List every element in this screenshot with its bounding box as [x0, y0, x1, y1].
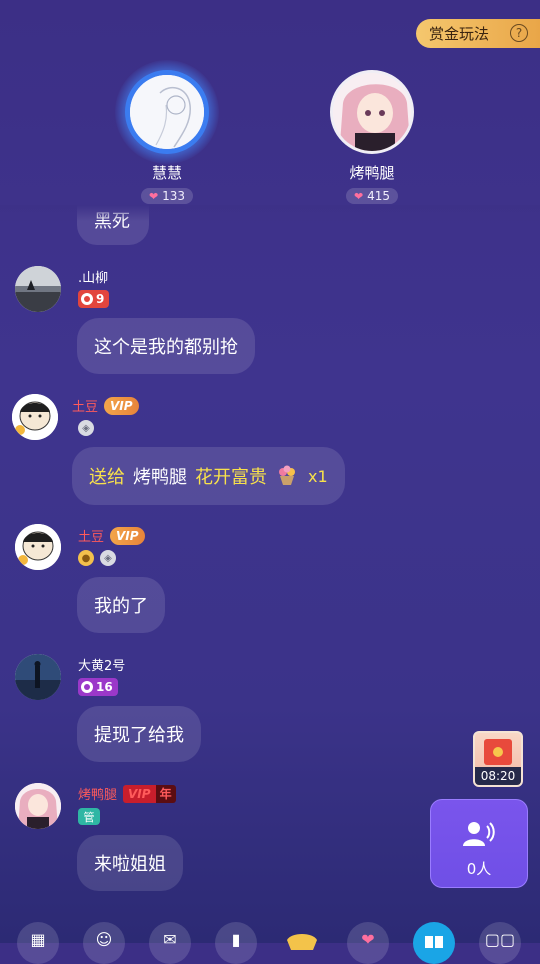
seat-username: 慧慧 — [151, 164, 182, 182]
gift-recipient[interactable]: 烤鸭腿 — [133, 463, 187, 489]
level-icon — [81, 681, 93, 693]
user-avatar[interactable] — [15, 654, 61, 700]
vip-badge: VIP — [110, 526, 145, 545]
chat-fade — [0, 205, 540, 221]
seat-username: 烤鸭腿 — [349, 164, 395, 182]
gift-count: x1 — [308, 466, 328, 486]
user-avatar[interactable] — [15, 266, 61, 312]
coin-icon: ● — [78, 550, 94, 566]
badge-row: 16 — [78, 678, 118, 696]
chat-bubble: 我的了 — [77, 577, 165, 633]
likes-count: 415 — [367, 189, 391, 203]
username-text: 烤鸭腿 — [78, 788, 118, 803]
vip-year-label: 年 — [155, 784, 176, 803]
level-number: 9 — [96, 292, 105, 306]
mic-icon[interactable]: ▮ — [215, 922, 257, 964]
annual-vip-badge: VIP 年 — [123, 784, 176, 803]
username[interactable]: 土豆 VIP — [78, 526, 145, 545]
seat-likes: ❤ 133 — [140, 188, 194, 204]
more-grid-icon[interactable]: ▢▢ — [479, 922, 521, 964]
help-icon[interactable]: ? — [510, 24, 528, 42]
badge-row: 9 — [78, 290, 110, 308]
user-avatar[interactable] — [15, 524, 61, 570]
level-icon — [81, 293, 93, 305]
gift-icon[interactable] — [413, 922, 455, 964]
user-avatar[interactable] — [12, 394, 58, 440]
mic-seat-2[interactable]: 烤鸭腿 ❤ 415 — [312, 70, 432, 204]
chat-text: 这个是我的都别抢 — [94, 337, 238, 358]
chat-text: 来啦姐姐 — [94, 854, 166, 875]
gift-name: 花开富贵 — [195, 467, 267, 488]
chat-text: 提现了给我 — [94, 725, 184, 746]
red-envelope-icon — [484, 739, 512, 765]
chat-bubble: 这个是我的都别抢 — [77, 318, 255, 374]
level-badge: 16 — [78, 678, 118, 696]
admin-badge: 管 — [78, 808, 100, 825]
username[interactable]: 烤鸭腿 VIP 年 — [78, 784, 176, 803]
avatar — [330, 70, 414, 154]
user-speaking-icon — [431, 820, 527, 852]
heart-icon: ❤ — [148, 189, 159, 203]
chat-text: 我的了 — [94, 596, 148, 617]
mic-seat-1[interactable]: 慧慧 ❤ 133 — [107, 60, 227, 204]
gold-ingot-icon[interactable] — [281, 922, 323, 964]
heart-gift-icon[interactable]: ❤ — [347, 922, 389, 964]
red-packet-timer: 08:20 — [475, 767, 521, 785]
badge-row: 管 — [78, 808, 100, 825]
diamond-icon: ◈ — [100, 550, 116, 566]
flower-basket-icon — [276, 465, 298, 487]
queue-count: 0人 — [466, 860, 492, 878]
message-icon[interactable]: ✉ — [149, 922, 191, 964]
mic-queue-button[interactable]: 0人 — [430, 799, 528, 888]
vip-label: VIP — [123, 784, 156, 803]
username-text: 土豆 — [72, 400, 99, 415]
level-number: 16 — [96, 680, 113, 694]
avatar — [125, 70, 209, 154]
badge-row: ◈ — [78, 420, 94, 436]
badge-row: ● ◈ — [78, 550, 116, 566]
bounty-mode-button[interactable]: 赏金玩法 ? — [416, 19, 540, 48]
heart-icon: ❤ — [353, 189, 364, 203]
likes-count: 133 — [162, 189, 186, 203]
username[interactable]: .山柳 — [78, 267, 108, 286]
shop-icon[interactable]: ▦ — [17, 922, 59, 964]
chat-bubble: 提现了给我 — [77, 706, 201, 762]
emoji-icon[interactable]: ☺ — [83, 922, 125, 964]
diamond-icon: ◈ — [78, 420, 94, 436]
level-badge: 9 — [78, 290, 110, 308]
username[interactable]: 土豆 VIP — [72, 396, 139, 415]
gift-send-label: 送给 — [89, 467, 125, 488]
chat-bubble: 来啦姐姐 — [77, 835, 183, 891]
vip-badge: VIP — [104, 396, 139, 415]
user-avatar[interactable] — [15, 783, 61, 829]
red-packet-button[interactable]: 08:20 — [473, 731, 523, 787]
seat-likes: ❤ 415 — [345, 188, 399, 204]
gift-bubble: 送给 烤鸭腿 花开富贵 x1 — [72, 447, 345, 505]
bottom-toolbar: ▦ ☺ ✉ ▮ ❤ ▢▢ — [0, 918, 540, 964]
username-text: 土豆 — [78, 530, 105, 545]
username[interactable]: 大黄2号 — [78, 655, 125, 674]
bounty-mode-label: 赏金玩法 — [429, 25, 490, 43]
